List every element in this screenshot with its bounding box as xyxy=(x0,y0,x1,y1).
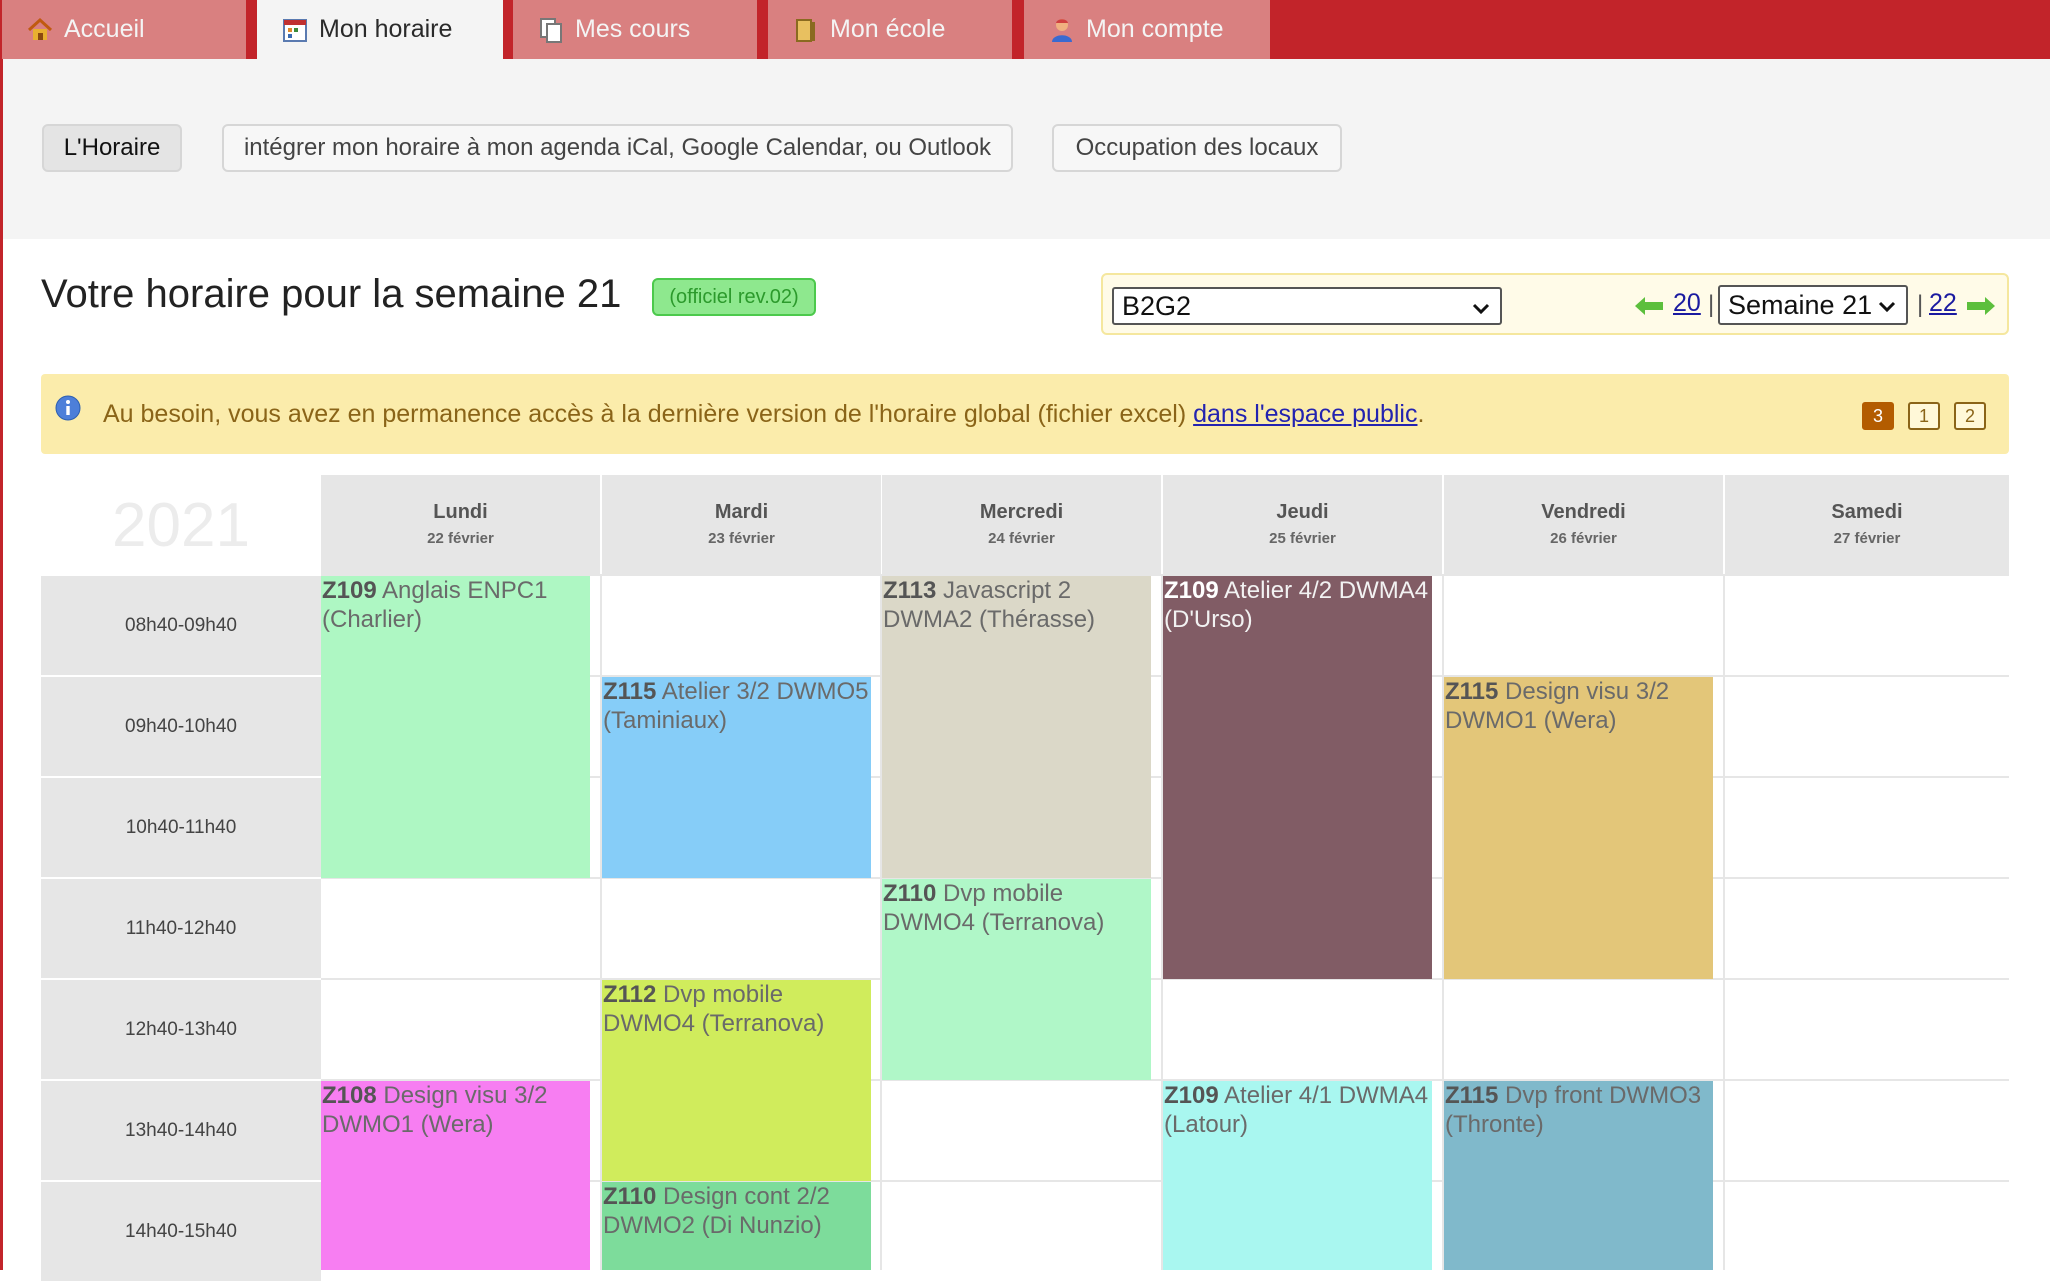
day-date: 25 février xyxy=(1269,530,1336,547)
course-block[interactable]: Z115 Dvp front DWMO3 (Thronte) xyxy=(1444,1081,1713,1270)
course-room: Z110 xyxy=(883,880,937,907)
time-slot-label: 12h40-13h40 xyxy=(41,980,321,1079)
school-icon xyxy=(792,16,820,44)
course-block[interactable]: Z113 Javascript 2 DWMA2 (Thérasse) xyxy=(882,576,1151,878)
week-select[interactable]: Semaine 21 xyxy=(1718,285,1908,325)
chevron-down-icon xyxy=(1878,301,1896,313)
course-room: Z109 xyxy=(322,577,377,604)
day-name: Mardi xyxy=(714,501,769,523)
day-header-mercredi: Mercredi 24 février xyxy=(882,475,1161,574)
info-message: Au besoin, vous avez en permanence accès… xyxy=(103,400,1187,428)
course-block[interactable]: Z115 Design visu 3/2 DWMO1 (Wera) xyxy=(1444,677,1713,979)
week-select-value: Semaine 21 xyxy=(1728,289,1873,320)
time-slot-label: 08h40-09h40 xyxy=(41,576,321,675)
week-selector-panel: B2G2 20 | Semaine 21 | 22 xyxy=(1101,273,2009,335)
course-block[interactable]: Z110 Dvp mobile DWMO4 (Terranova) xyxy=(882,879,1151,1080)
tab-label: Mon compte xyxy=(1086,15,1224,43)
day-date: 26 février xyxy=(1550,530,1617,547)
tab-accueil[interactable]: Accueil xyxy=(2,0,246,59)
page-button-3[interactable]: 3 xyxy=(1862,402,1894,430)
time-slot-label: 11h40-12h40 xyxy=(41,879,321,978)
group-select-value: B2G2 xyxy=(1122,290,1192,321)
info-trailing: . xyxy=(1417,400,1425,428)
year-label: 2021 xyxy=(112,490,250,560)
day-date: 24 février xyxy=(988,530,1055,547)
page-title: Votre horaire pour la semaine 21 xyxy=(41,272,622,316)
course-room: Z108 xyxy=(322,1082,377,1109)
tab-mon-compte[interactable]: Mon compte xyxy=(1024,0,1270,59)
course-block[interactable]: Z110 Design cont 2/2 DWMO2 (Di Nunzio) xyxy=(602,1182,871,1270)
day-name: Lundi xyxy=(433,501,488,523)
left-border xyxy=(0,59,3,1270)
time-slot-label: 14h40-15h40 xyxy=(41,1182,321,1281)
course-room: Z112 xyxy=(603,981,657,1008)
ical-integration-button[interactable]: intégrer mon horaire à mon agenda iCal, … xyxy=(222,124,1013,172)
day-name: Mercredi xyxy=(979,501,1064,523)
toolbar: L'Horaire intégrer mon horaire à mon age… xyxy=(2,59,2050,239)
day-date: 23 février xyxy=(708,530,775,547)
arrow-left-icon[interactable] xyxy=(1633,294,1665,318)
course-block[interactable]: Z109 Atelier 4/1 DWMA4 (Latour) xyxy=(1163,1081,1432,1270)
course-block[interactable]: Z115 Atelier 3/2 DWMO5 (Taminiaux) xyxy=(602,677,871,878)
tab-mes-cours[interactable]: Mes cours xyxy=(513,0,757,59)
tab-label: Mon école xyxy=(830,15,946,43)
course-room: Z113 xyxy=(883,577,937,604)
user-icon xyxy=(1048,16,1076,44)
day-header-samedi: Samedi 27 février xyxy=(1725,475,2009,574)
calendar-icon xyxy=(281,16,309,44)
course-block[interactable]: Z112 Dvp mobile DWMO4 (Terranova) xyxy=(602,980,871,1181)
course-room: Z115 xyxy=(1445,678,1499,705)
day-date: 27 février xyxy=(1833,530,1901,547)
documents-icon xyxy=(537,16,565,44)
course-room: Z110 xyxy=(603,1183,657,1210)
tab-label: Mon horaire xyxy=(319,15,453,43)
tab-label: Accueil xyxy=(64,15,145,43)
chevron-down-icon xyxy=(1472,303,1490,315)
course-room: Z109 xyxy=(1164,577,1219,604)
info-banner: Au besoin, vous avez en permanence accès… xyxy=(41,374,2009,454)
day-header-jeudi: Jeudi 25 février xyxy=(1163,475,1442,574)
group-select[interactable]: B2G2 xyxy=(1112,287,1502,325)
info-text: Au besoin, vous avez en permanence accès… xyxy=(103,400,1424,429)
home-icon xyxy=(26,16,54,44)
day-header-mardi: Mardi 23 février xyxy=(602,475,881,574)
public-space-link[interactable]: dans l'espace public xyxy=(1193,400,1417,428)
course-block[interactable]: Z109 Anglais ENPC1 (Charlier) xyxy=(321,576,590,878)
course-room: Z109 xyxy=(1164,1082,1219,1109)
tab-label: Mes cours xyxy=(575,15,691,43)
course-room: Z115 xyxy=(1445,1082,1499,1109)
column-divider xyxy=(1723,576,1725,1270)
room-occupancy-button[interactable]: Occupation des locaux xyxy=(1052,124,1342,172)
course-room: Z115 xyxy=(603,678,657,705)
day-name: Jeudi xyxy=(1276,501,1329,523)
separator: | xyxy=(1708,291,1715,318)
previous-week-link[interactable]: 20 xyxy=(1673,289,1701,318)
tab-mon-école[interactable]: Mon école xyxy=(768,0,1012,59)
day-date: 22 février xyxy=(427,530,494,547)
time-slot-label: 13h40-14h40 xyxy=(41,1081,321,1180)
separator: | xyxy=(1917,291,1924,318)
arrow-right-icon[interactable] xyxy=(1965,294,1997,318)
day-name: Vendredi xyxy=(1541,501,1626,523)
horaire-button[interactable]: L'Horaire xyxy=(42,124,182,172)
time-slot-label: 09h40-10h40 xyxy=(41,677,321,776)
page-button-2[interactable]: 2 xyxy=(1954,402,1986,430)
next-week-link[interactable]: 22 xyxy=(1929,289,1957,318)
status-badge: (officiel rev.02) xyxy=(652,278,816,316)
time-slot-label: 10h40-11h40 xyxy=(41,778,321,877)
course-block[interactable]: Z108 Design visu 3/2 DWMO1 (Wera) xyxy=(321,1081,590,1270)
tab-mon-horaire[interactable]: Mon horaire xyxy=(257,0,503,59)
info-icon xyxy=(55,395,81,421)
day-name: Samedi xyxy=(1831,501,1903,523)
day-header-vendredi: Vendredi 26 février xyxy=(1444,475,1723,574)
page-button-1[interactable]: 1 xyxy=(1908,402,1940,430)
day-header-lundi: Lundi 22 février xyxy=(321,475,600,574)
course-block[interactable]: Z109 Atelier 4/2 DWMA4 (D'Urso) xyxy=(1163,576,1432,979)
